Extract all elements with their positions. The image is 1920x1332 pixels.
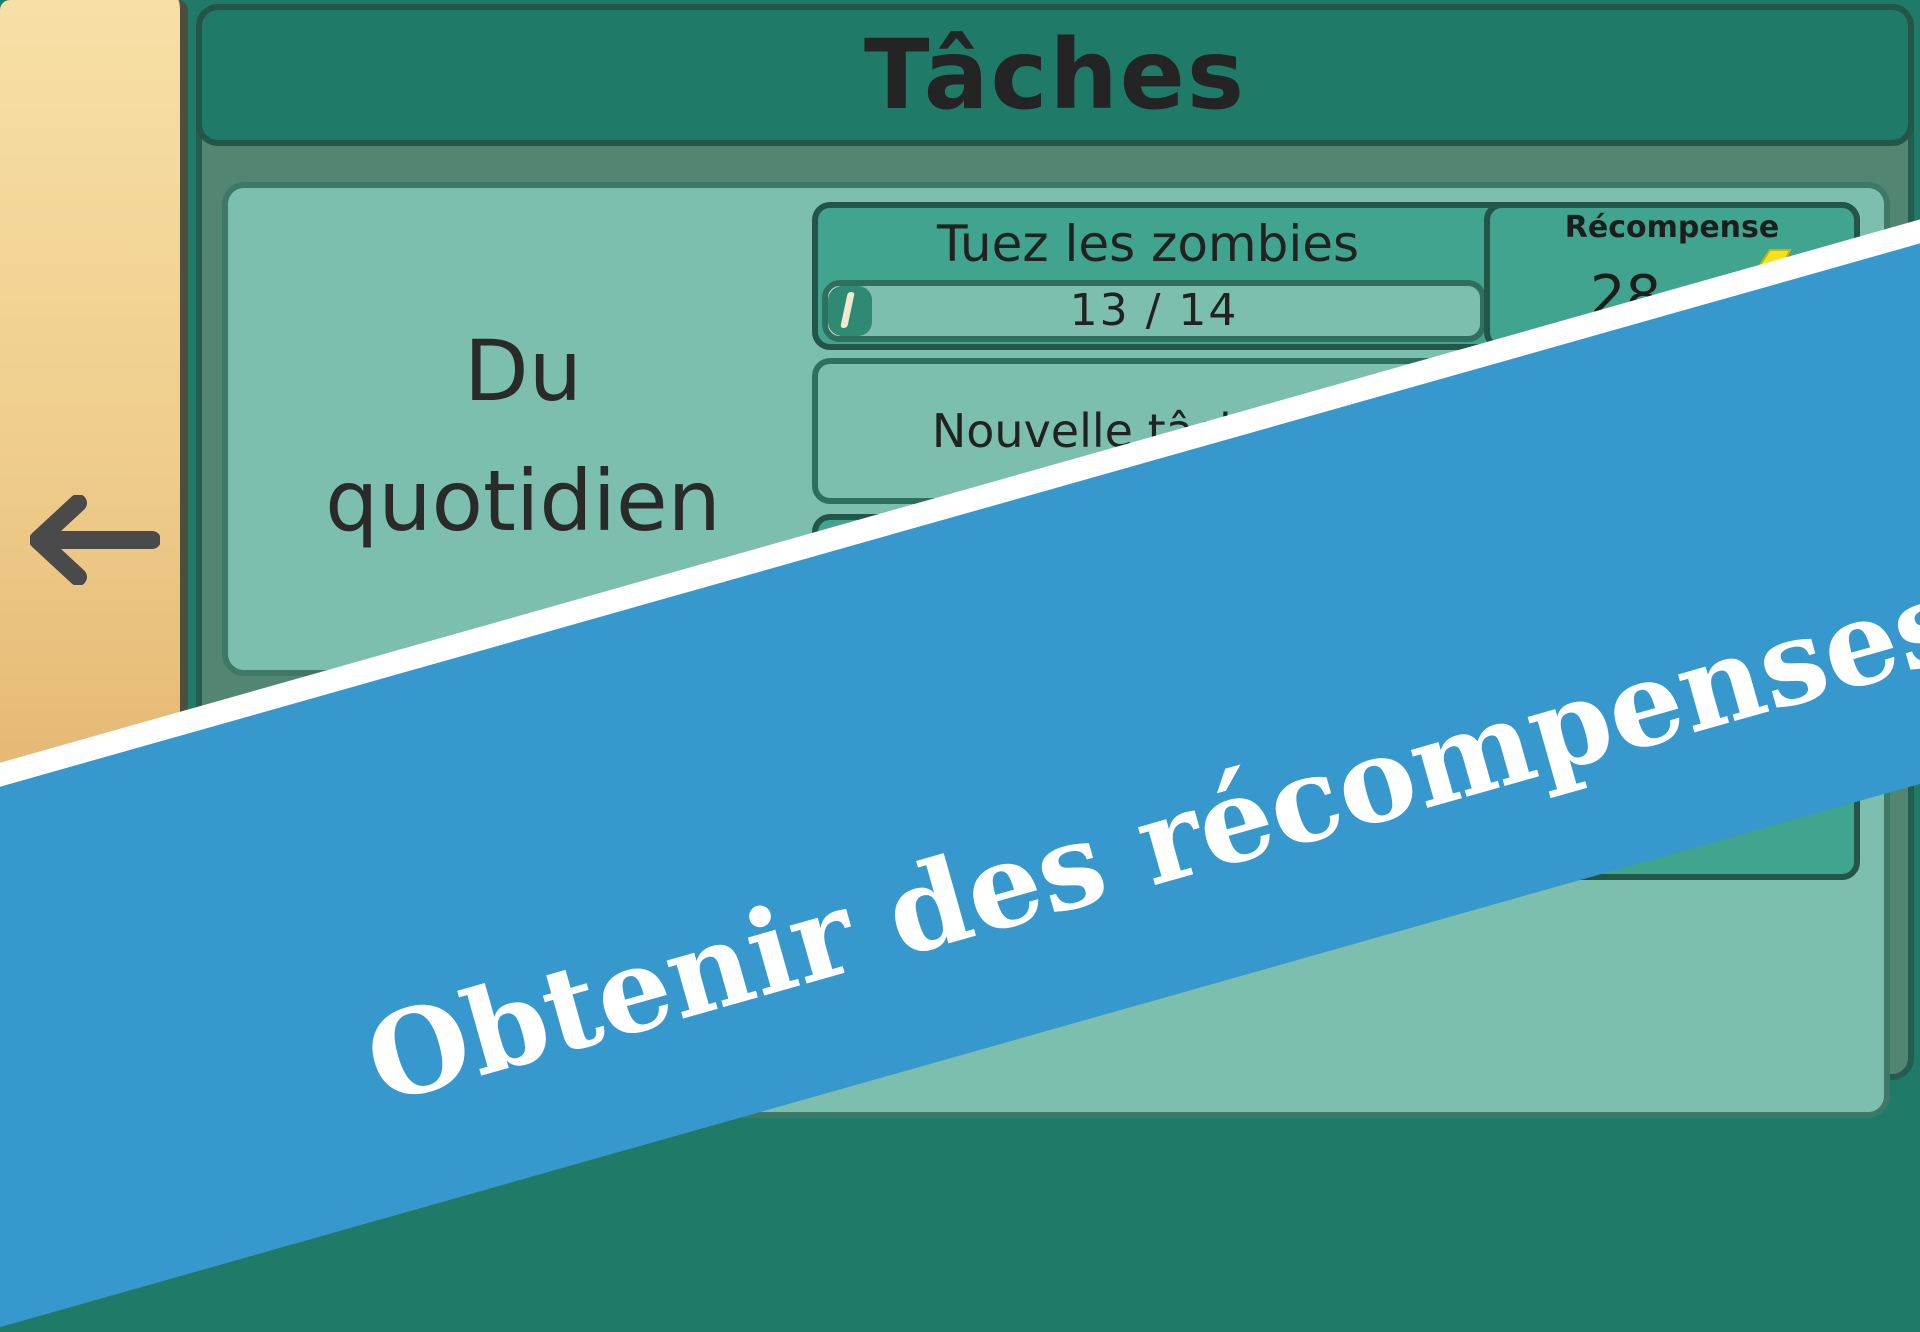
task-progress-bar: 3175 / 27000 bbox=[822, 592, 1486, 654]
reward-label: Récompense bbox=[1564, 522, 1780, 557]
timer-value: 23:39:32 bbox=[1533, 404, 1741, 458]
lightning-icon bbox=[1735, 249, 1795, 339]
timer-label: Nouvelle tâche à travers bbox=[931, 404, 1498, 458]
sidebar bbox=[0, 0, 188, 1000]
reward-value: 28 bbox=[1590, 264, 1662, 329]
reward-label: Récompense bbox=[1564, 210, 1780, 245]
second-task-box[interactable] bbox=[812, 720, 1860, 880]
reward-box[interactable]: Récompense bbox=[1484, 514, 1860, 674]
second-tasks-card bbox=[222, 698, 1890, 1118]
reward-box[interactable]: Récompense 28 bbox=[1484, 202, 1860, 350]
daily-title-line1: Du bbox=[464, 322, 582, 420]
task-progress-bar: 13 / 14 bbox=[822, 280, 1486, 342]
task-name: Tuez les zombies bbox=[936, 215, 1360, 273]
progress-text: 13 / 14 bbox=[1069, 285, 1239, 336]
daily-tasks-card: Du quotidien Tuez les zombies 13 / 14 Ré… bbox=[222, 182, 1890, 676]
task-name: Collectez des gemmes bbox=[865, 527, 1431, 585]
next-task-timer: Nouvelle tâche à travers 23:39:32 bbox=[812, 358, 1860, 504]
daily-title-line2: quotidien bbox=[325, 452, 721, 550]
arrow-left-icon[interactable] bbox=[30, 495, 160, 585]
header-bar: Tâches bbox=[196, 4, 1914, 146]
page-title: Tâches bbox=[863, 19, 1247, 131]
progress-text: 3175 / 27000 bbox=[994, 597, 1314, 648]
